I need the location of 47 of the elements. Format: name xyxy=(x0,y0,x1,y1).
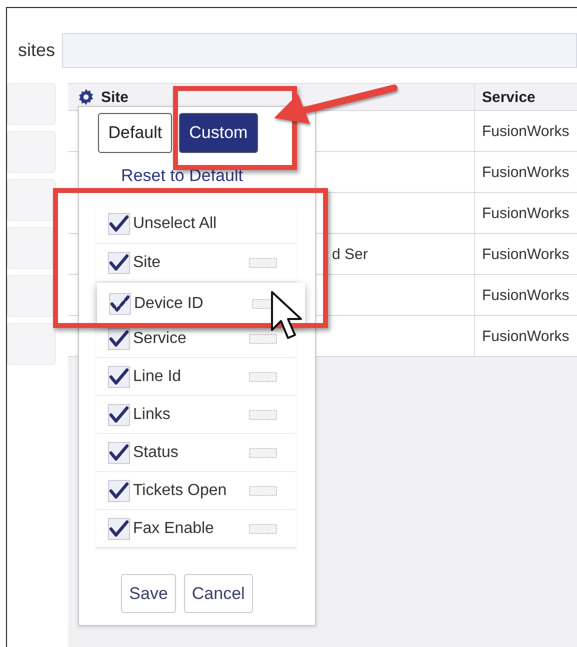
drag-handle-icon xyxy=(249,524,277,534)
checkbox[interactable] xyxy=(108,442,130,464)
table-cell: FusionWorks xyxy=(482,204,570,222)
cancel-button[interactable]: Cancel xyxy=(184,574,253,613)
reset-link[interactable]: Reset to Default xyxy=(121,166,243,186)
checkbox-label[interactable]: Site xyxy=(133,254,246,272)
table-cell: d Ser xyxy=(332,246,368,262)
checkbox[interactable] xyxy=(108,404,130,426)
mode-tab[interactable]: Custom xyxy=(179,113,258,153)
sidebar-button[interactable] xyxy=(7,227,56,269)
checkbox-label: Device ID xyxy=(134,294,204,312)
drag-handle-icon xyxy=(249,410,277,420)
drag-handle-icon xyxy=(249,486,277,496)
checkbox[interactable] xyxy=(109,292,131,314)
checkbox[interactable] xyxy=(108,328,130,350)
checkbox[interactable] xyxy=(108,252,130,274)
checkbox-label[interactable]: Unselect All xyxy=(133,215,296,233)
table-cell: FusionWorks xyxy=(482,286,570,304)
checkbox-label[interactable]: Status xyxy=(133,444,246,462)
checkbox[interactable] xyxy=(108,366,130,388)
dragged-list-item[interactable]: Device ID xyxy=(97,283,305,324)
checkbox[interactable] xyxy=(108,518,130,540)
checkbox-label[interactable]: Line Id xyxy=(133,368,246,386)
table-cell: FusionWorks xyxy=(482,122,570,140)
checkbox-label[interactable]: Service xyxy=(133,330,246,348)
mode-tab[interactable]: Default xyxy=(98,113,172,153)
checkbox[interactable] xyxy=(108,213,130,235)
mouse-pointer-icon xyxy=(270,290,304,342)
column-header[interactable]: Site xyxy=(101,88,129,106)
filter-label: sites xyxy=(16,40,55,61)
drag-handle-icon xyxy=(249,334,277,344)
checkbox-label[interactable]: Links xyxy=(133,406,246,424)
column-header[interactable]: Service xyxy=(482,88,536,106)
sidebar-button[interactable] xyxy=(7,275,56,317)
table-cell: FusionWorks xyxy=(482,246,570,262)
drag-handle-icon xyxy=(249,372,277,382)
table-cell: FusionWorks xyxy=(482,328,570,344)
checkbox-label[interactable]: Tickets Open xyxy=(133,482,246,500)
checkbox[interactable] xyxy=(108,480,130,502)
settings-icon xyxy=(78,89,94,105)
drag-handle-icon xyxy=(249,448,277,458)
drag-handle-icon xyxy=(249,258,277,268)
search-field[interactable] xyxy=(62,33,577,68)
save-button[interactable]: Save xyxy=(121,574,176,613)
sidebar-button[interactable] xyxy=(7,179,56,221)
checkbox-label[interactable]: Fax Enable xyxy=(133,520,246,538)
table-cell: FusionWorks xyxy=(482,164,570,180)
